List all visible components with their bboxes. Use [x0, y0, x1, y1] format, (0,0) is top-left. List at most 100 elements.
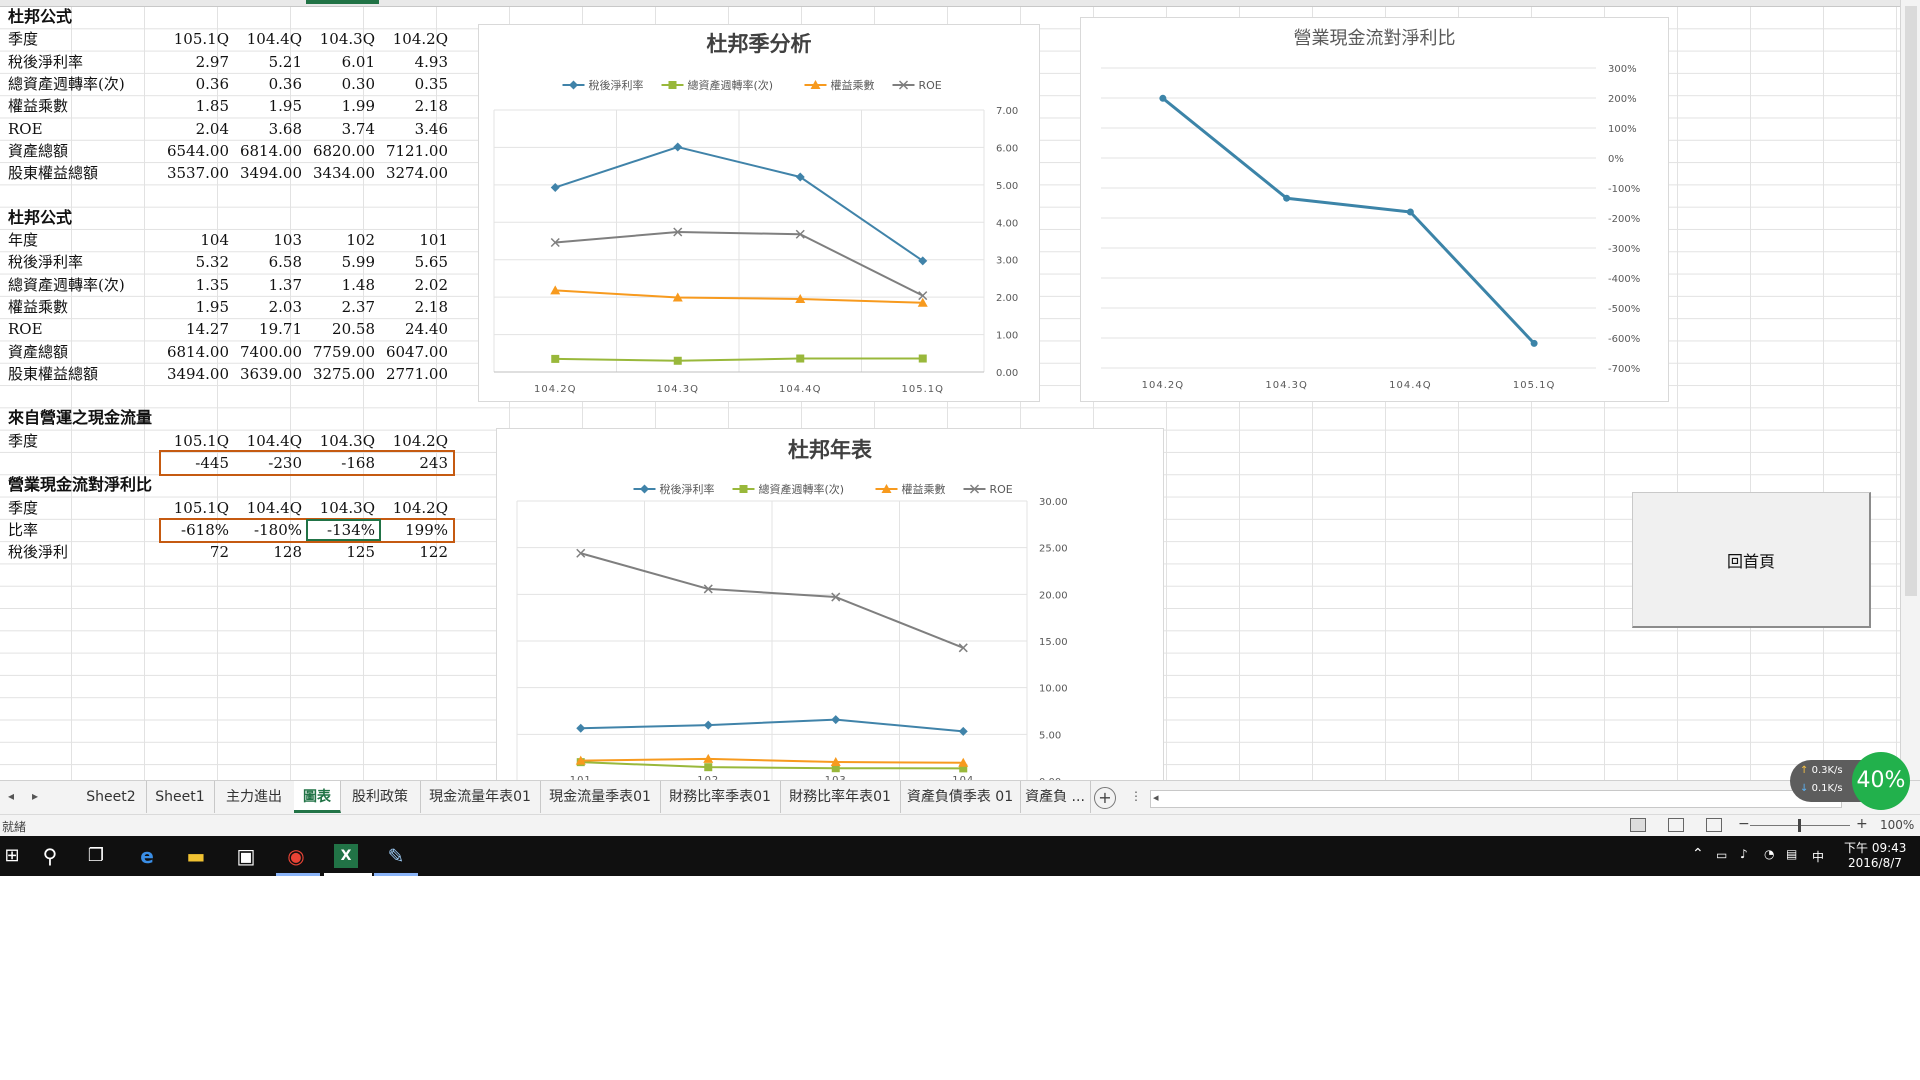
- vertical-scrollbar[interactable]: [1900, 0, 1920, 780]
- paint-app-icon[interactable]: ✎: [384, 844, 408, 868]
- block3-row-1-label[interactable]: [8, 452, 158, 474]
- store-icon[interactable]: ▣: [234, 844, 258, 868]
- block4-row-2-cell-1[interactable]: 128: [233, 541, 306, 563]
- block4-row-2-label[interactable]: 稅後淨利: [8, 541, 158, 563]
- chart-dupont-annual[interactable]: 杜邦年表0.005.0010.0015.0020.0025.0030.00101…: [496, 428, 1164, 780]
- block1-row-1-cell-0[interactable]: 2.97: [160, 51, 233, 73]
- block1-row-2-cell-0[interactable]: 0.36: [160, 73, 233, 95]
- block2-row-3-cell-3[interactable]: 2.18: [379, 296, 452, 318]
- block1-row-0-cell-0[interactable]: 105.1Q: [160, 28, 233, 50]
- add-sheet-icon[interactable]: +: [1094, 787, 1116, 809]
- block1-row-6-cell-3[interactable]: 3274.00: [379, 162, 452, 184]
- block2-row-1-cell-3[interactable]: 5.65: [379, 251, 452, 273]
- block1-row-5-cell-0[interactable]: 6544.00: [160, 140, 233, 162]
- block1-row-3-cell-3[interactable]: 2.18: [379, 95, 452, 117]
- sheet-tab-6[interactable]: 現金流量季表01: [540, 781, 661, 813]
- block2-row-6-label[interactable]: 股東權益總額: [8, 363, 158, 385]
- block2-row-4-cell-3[interactable]: 24.40: [379, 318, 452, 340]
- sheet-tab-10[interactable]: 資產負 ...: [1020, 781, 1091, 813]
- block3-row-0-cell-0[interactable]: 105.1Q: [160, 430, 233, 452]
- block1-row-3-label[interactable]: 權益乘數: [8, 95, 158, 117]
- block2-row-0-cell-2[interactable]: 102: [306, 229, 379, 251]
- block1-row-5-label[interactable]: 資產總額: [8, 140, 158, 162]
- block1-row-4-label[interactable]: ROE: [8, 118, 158, 140]
- vertical-scroll-thumb[interactable]: [1905, 6, 1917, 596]
- task-view-icon[interactable]: ❐: [84, 844, 108, 868]
- block1-row-5-cell-1[interactable]: 6814.00: [233, 140, 306, 162]
- block2-row-2-label[interactable]: 總資產週轉率(次): [8, 274, 158, 296]
- block1-row-0-cell-2[interactable]: 104.3Q: [306, 28, 379, 50]
- block2-row-2-cell-3[interactable]: 2.02: [379, 274, 452, 296]
- block2-row-3-cell-0[interactable]: 1.95: [160, 296, 233, 318]
- sheet-tab-4[interactable]: 股利政策: [340, 781, 421, 813]
- horizontal-scrollbar[interactable]: ◂: [1150, 790, 1842, 808]
- normal-view-icon[interactable]: n: [1630, 818, 1646, 832]
- block1-row-2-cell-2[interactable]: 0.30: [306, 73, 379, 95]
- block4-row-0-label[interactable]: 季度: [8, 497, 158, 519]
- tray-notification-icon[interactable]: ▤: [1786, 847, 1797, 887]
- zoom-slider-thumb[interactable]: [1798, 819, 1801, 832]
- page-break-view-icon[interactable]: b: [1706, 818, 1722, 832]
- sheet-tab-8[interactable]: 財務比率年表01: [780, 781, 901, 813]
- block1-row-4-cell-0[interactable]: 2.04: [160, 118, 233, 140]
- block1-row-3-cell-1[interactable]: 1.95: [233, 95, 306, 117]
- block2-row-6-cell-0[interactable]: 3494.00: [160, 363, 233, 385]
- block2-row-3-label[interactable]: 權益乘數: [8, 296, 158, 318]
- block1-row-3-cell-0[interactable]: 1.85: [160, 95, 233, 117]
- sheet-tab-5[interactable]: 現金流量年表01: [420, 781, 541, 813]
- memory-usage-badge[interactable]: 40%: [1852, 752, 1910, 810]
- zoom-out-icon[interactable]: −: [1738, 816, 1750, 832]
- tab-split-handle-icon[interactable]: ⋮: [1130, 789, 1142, 803]
- sheet-tab-9[interactable]: 資產負債季表 01: [900, 781, 1021, 813]
- block2-title[interactable]: 杜邦公式: [8, 207, 158, 229]
- active-cell[interactable]: [306, 519, 381, 541]
- block3-row-0-label[interactable]: 季度: [8, 430, 158, 452]
- block4-row-0-cell-3[interactable]: 104.2Q: [379, 497, 452, 519]
- page-layout-view-icon[interactable]: p: [1668, 818, 1684, 832]
- block2-row-1-cell-0[interactable]: 5.32: [160, 251, 233, 273]
- home-button[interactable]: 回首頁: [1632, 492, 1871, 628]
- block1-row-0-label[interactable]: 季度: [8, 28, 158, 50]
- block1-row-4-cell-2[interactable]: 3.74: [306, 118, 379, 140]
- tray-wifi-icon[interactable]: ◔: [1764, 847, 1774, 887]
- block1-row-6-cell-0[interactable]: 3537.00: [160, 162, 233, 184]
- block2-row-5-cell-2[interactable]: 7759.00: [306, 341, 379, 363]
- excel-icon[interactable]: X: [334, 844, 358, 868]
- block1-row-6-label[interactable]: 股東權益總額: [8, 162, 158, 184]
- block2-row-4-label[interactable]: ROE: [8, 318, 158, 340]
- sheet-tab-3[interactable]: 圖表: [294, 781, 341, 813]
- block2-row-1-cell-2[interactable]: 5.99: [306, 251, 379, 273]
- block2-row-1-cell-1[interactable]: 6.58: [233, 251, 306, 273]
- block2-row-6-cell-2[interactable]: 3275.00: [306, 363, 379, 385]
- file-explorer-icon[interactable]: ▬: [184, 844, 208, 868]
- tab-scroll-right-icon[interactable]: ▸: [32, 789, 38, 803]
- sheet-tab-0[interactable]: Sheet2: [76, 781, 147, 813]
- block2-row-2-cell-1[interactable]: 1.37: [233, 274, 306, 296]
- chart-cashflow-ratio[interactable]: 營業現金流對淨利比 300% 200% 100% 0% -100% -200% -300% -4…: [1080, 17, 1669, 402]
- block3-row-0-cell-2[interactable]: 104.3Q: [306, 430, 379, 452]
- block2-row-5-cell-1[interactable]: 7400.00: [233, 341, 306, 363]
- search-icon[interactable]: ⚲: [38, 844, 62, 868]
- block1-title[interactable]: 杜邦公式: [8, 6, 158, 28]
- block2-row-4-cell-1[interactable]: 19.71: [233, 318, 306, 340]
- block2-row-4-cell-0[interactable]: 14.27: [160, 318, 233, 340]
- hscroll-left-icon[interactable]: ◂: [1153, 791, 1159, 804]
- block2-row-5-cell-3[interactable]: 6047.00: [379, 341, 452, 363]
- block1-row-0-cell-1[interactable]: 104.4Q: [233, 28, 306, 50]
- worksheet-grid[interactable]: 杜邦公式 季度 105.1Q 104.4Q 104.3Q 104.2Q 稅後淨利率 2.97 5…: [0, 0, 1920, 780]
- block1-row-4-cell-3[interactable]: 3.46: [379, 118, 452, 140]
- block4-row-0-cell-0[interactable]: 105.1Q: [160, 497, 233, 519]
- block2-row-3-cell-2[interactable]: 2.37: [306, 296, 379, 318]
- sheet-tab-7[interactable]: 財務比率季表01: [660, 781, 781, 813]
- block1-row-5-cell-2[interactable]: 6820.00: [306, 140, 379, 162]
- block2-row-2-cell-2[interactable]: 1.48: [306, 274, 379, 296]
- block2-row-3-cell-1[interactable]: 2.03: [233, 296, 306, 318]
- block2-row-0-label[interactable]: 年度: [8, 229, 158, 251]
- block1-row-2-label[interactable]: 總資產週轉率(次): [8, 73, 158, 95]
- block1-row-6-cell-1[interactable]: 3494.00: [233, 162, 306, 184]
- block3-row-0-cell-1[interactable]: 104.4Q: [233, 430, 306, 452]
- block2-row-5-label[interactable]: 資產總額: [8, 341, 158, 363]
- block4-row-1-label[interactable]: 比率: [8, 519, 158, 541]
- windows-start-icon[interactable]: ⊞: [0, 844, 24, 868]
- block1-row-6-cell-2[interactable]: 3434.00: [306, 162, 379, 184]
